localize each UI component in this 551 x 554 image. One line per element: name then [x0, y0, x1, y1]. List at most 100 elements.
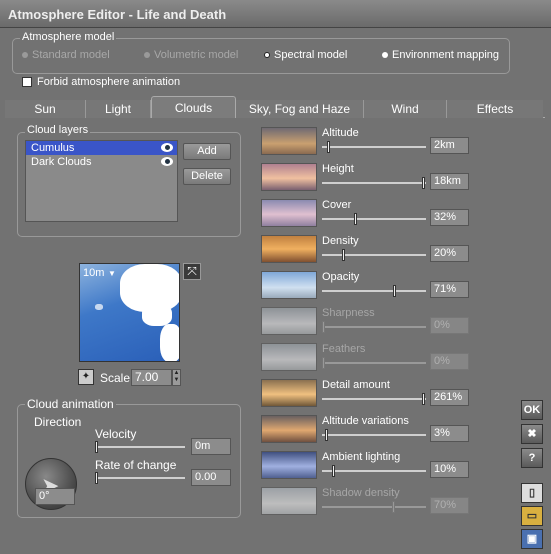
size-dropdown-icon[interactable]: ▼	[108, 269, 116, 278]
add-layer-button[interactable]: Add	[183, 143, 231, 160]
direction-input[interactable]: 0°	[35, 488, 75, 505]
open-folder-icon[interactable]: ▭	[521, 506, 543, 526]
radio-spectral-model[interactable]: Spectral model	[264, 49, 347, 61]
checkbox-box[interactable]	[22, 77, 32, 87]
ok-button[interactable]: OK	[521, 400, 543, 420]
altitude-preview-thumbnail	[261, 127, 317, 155]
scale-input[interactable]: 7.00	[131, 369, 172, 386]
slider-knob[interactable]	[354, 213, 357, 225]
help-button[interactable]: ?	[521, 448, 543, 468]
cover-label: Cover	[322, 199, 352, 211]
feathers-label: Feathers	[322, 343, 366, 355]
cloud-layers-label: Cloud layers	[25, 124, 91, 136]
opacity-label: Opacity	[322, 271, 360, 283]
window-title: Atmosphere Editor - Life and Death	[8, 7, 227, 22]
param-row-altitude: Altitude 2km	[261, 127, 541, 163]
slider-knob[interactable]	[422, 393, 425, 405]
save-disk-icon[interactable]: ▣	[521, 529, 543, 549]
altitude-input[interactable]: 2km	[430, 137, 469, 154]
density-input[interactable]: 20%	[430, 245, 469, 262]
slider-knob[interactable]	[325, 429, 328, 441]
param-row-ambient-lighting: Ambient lighting 10%	[261, 451, 541, 487]
slider-knob[interactable]	[332, 465, 335, 477]
velocity-slider[interactable]	[95, 441, 185, 453]
param-row-detail-amount: Detail amount 261%	[261, 379, 541, 415]
list-item-dark-clouds[interactable]: Dark Clouds	[26, 155, 177, 169]
density-label: Density	[322, 235, 359, 247]
radio-volumetric-model[interactable]: Volumetric model	[144, 49, 238, 61]
slider-track	[95, 446, 185, 448]
eye-icon[interactable]	[161, 157, 173, 166]
height-input[interactable]: 18km	[430, 173, 469, 190]
height-slider[interactable]	[322, 177, 426, 189]
slider-knob[interactable]	[95, 441, 98, 453]
preview-options-icon[interactable]: ⤧	[183, 263, 201, 280]
altitude-variations-input[interactable]: 3%	[430, 425, 469, 442]
cloud-layers-list[interactable]: Cumulus Dark Clouds	[25, 140, 178, 222]
rate-of-change-label: Rate of change	[95, 458, 177, 472]
eye-icon[interactable]	[161, 143, 173, 152]
delete-layer-button[interactable]: Delete	[183, 168, 231, 185]
close-button[interactable]: ✖	[521, 424, 543, 444]
forbid-animation-checkbox[interactable]: Forbid atmosphere animation	[22, 76, 180, 88]
velocity-input[interactable]: 0m	[191, 438, 231, 455]
tab-sky-fog-haze[interactable]: Sky, Fog and Haze	[236, 100, 364, 118]
altitude-slider[interactable]	[322, 141, 426, 153]
shadow-density-slider	[322, 501, 426, 513]
ambient-lighting-label: Ambient lighting	[322, 451, 401, 463]
radio-dot-icon	[144, 52, 150, 58]
ambient-lighting-slider[interactable]	[322, 465, 426, 477]
tab-effects[interactable]: Effects	[447, 100, 543, 118]
ambient-lighting-input[interactable]: 10%	[430, 461, 469, 478]
feathers-slider	[322, 357, 426, 369]
feathers-input: 0%	[430, 353, 469, 370]
cloud-shape	[142, 304, 172, 326]
rate-of-change-slider[interactable]	[95, 472, 185, 484]
slider-track	[322, 434, 426, 436]
param-row-shadow-density: Shadow density 70%	[261, 487, 541, 523]
density-slider[interactable]	[322, 249, 426, 261]
opacity-input[interactable]: 71%	[430, 281, 469, 298]
cloud-animation-label: Cloud animation	[25, 397, 116, 411]
cloud-shape	[95, 304, 103, 310]
slider-track	[322, 182, 426, 184]
scale-label: Scale	[100, 371, 131, 385]
cover-slider[interactable]	[322, 213, 426, 225]
tab-sun[interactable]: Sun	[5, 100, 86, 118]
detail-amount-input[interactable]: 261%	[430, 389, 469, 406]
altitude-variations-label: Altitude variations	[322, 415, 409, 427]
tab-light[interactable]: Light	[86, 100, 151, 118]
slider-track	[322, 254, 426, 256]
sharpness-input: 0%	[430, 317, 469, 334]
altitude-variations-slider[interactable]	[322, 429, 426, 441]
sharpness-preview-thumbnail	[261, 307, 317, 335]
slider-track	[322, 470, 426, 472]
radio-selected-icon	[264, 52, 270, 58]
sharpness-label: Sharpness	[322, 307, 375, 319]
opacity-slider[interactable]	[322, 285, 426, 297]
param-row-density: Density 20%	[261, 235, 541, 271]
slider-knob[interactable]	[342, 249, 345, 261]
radio-standard-model[interactable]: Standard model	[22, 49, 110, 61]
new-document-icon[interactable]: ▯	[521, 483, 543, 503]
altitude-label: Altitude	[322, 127, 359, 139]
tab-wind[interactable]: Wind	[364, 100, 447, 118]
radio-dot-icon	[22, 52, 28, 58]
slider-track	[322, 146, 426, 148]
velocity-label: Velocity	[95, 427, 137, 441]
rate-of-change-input[interactable]: 0.00	[191, 469, 231, 486]
slider-knob[interactable]	[95, 472, 98, 484]
scale-stepper-icon[interactable]: ▲ ▼	[172, 369, 181, 386]
slider-knob[interactable]	[422, 177, 425, 189]
slider-knob	[322, 321, 325, 333]
tab-clouds[interactable]: Clouds	[151, 96, 236, 118]
randomize-icon[interactable]: ✦	[78, 369, 94, 385]
radio-environment-mapping[interactable]: Environment mapping	[382, 49, 499, 61]
cover-input[interactable]: 32%	[430, 209, 469, 226]
slider-track	[322, 290, 426, 292]
list-item-cumulus[interactable]: Cumulus	[26, 141, 177, 155]
detail-amount-slider[interactable]	[322, 393, 426, 405]
slider-knob[interactable]	[327, 141, 330, 153]
param-row-height: Height 18km	[261, 163, 541, 199]
slider-knob[interactable]	[393, 285, 396, 297]
